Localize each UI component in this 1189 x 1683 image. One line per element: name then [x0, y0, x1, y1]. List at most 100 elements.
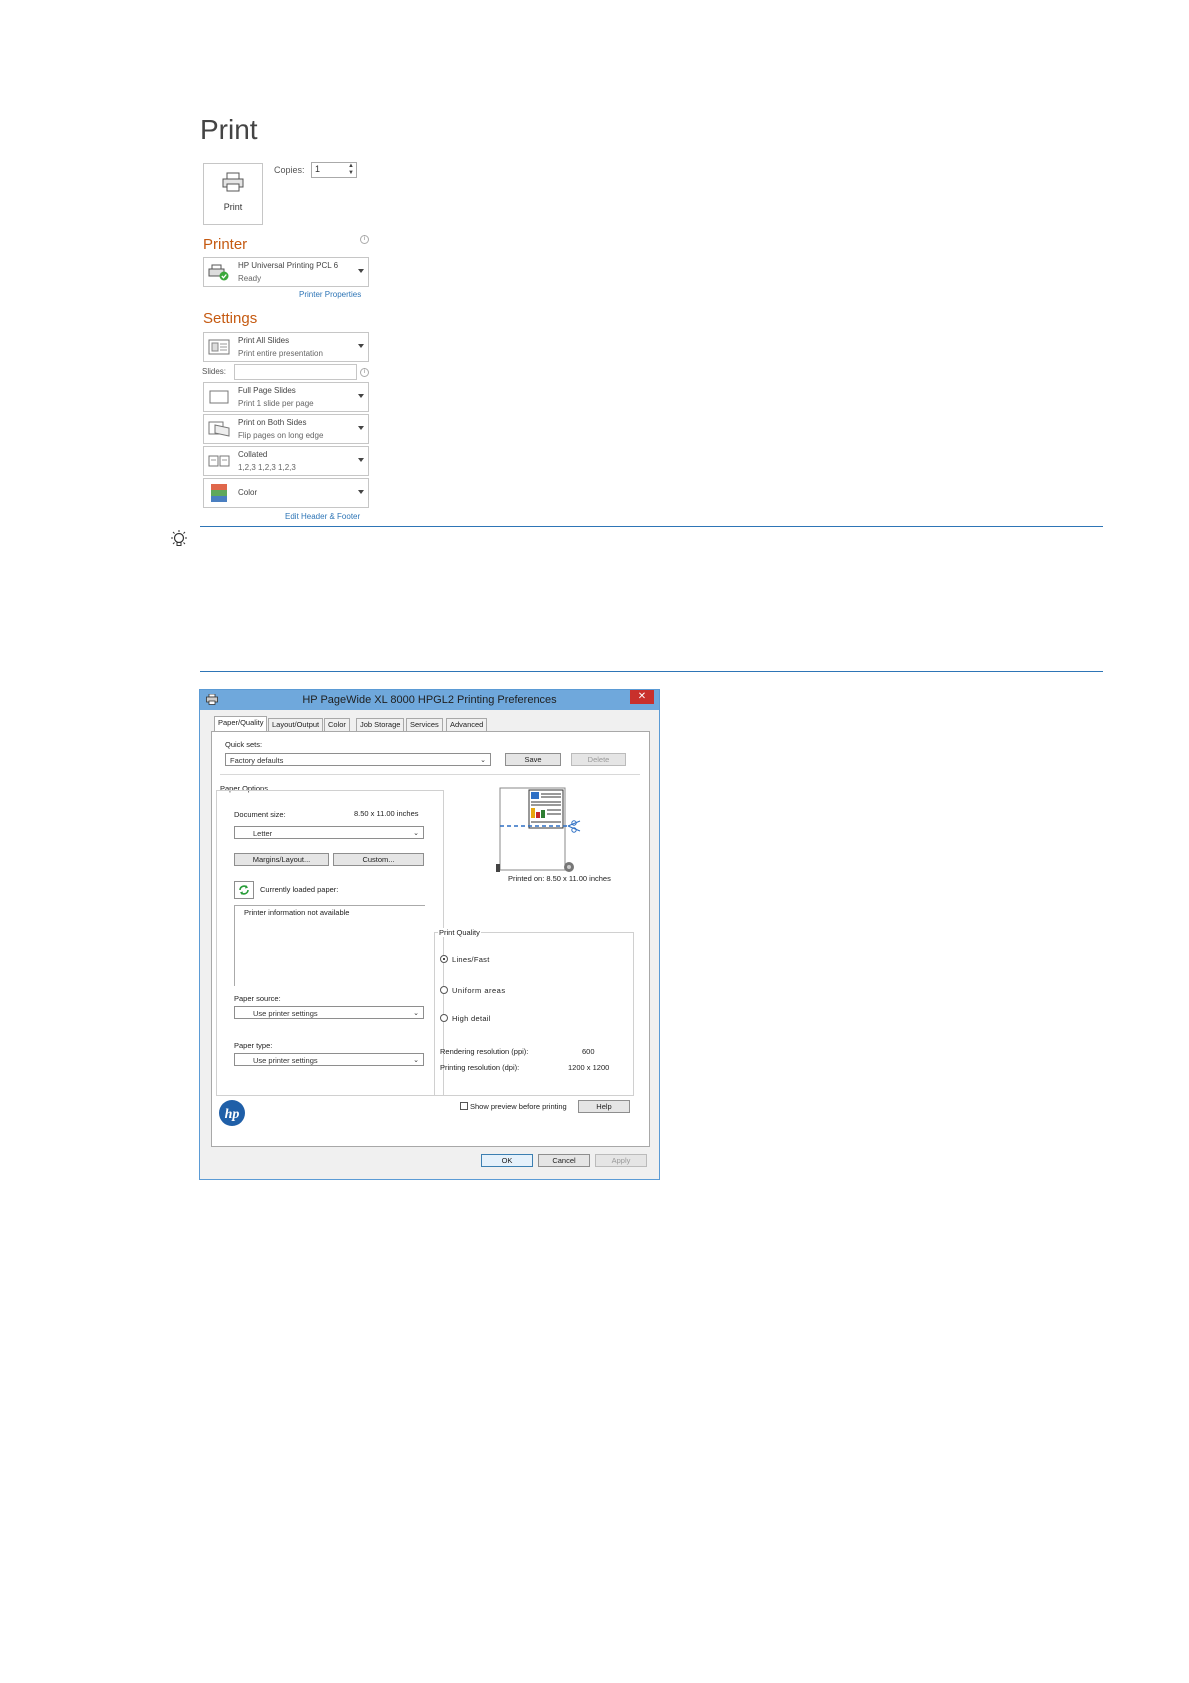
paper-type-label: Paper type:	[234, 1041, 273, 1050]
help-button[interactable]: Help	[578, 1100, 630, 1113]
print-range-dropdown[interactable]: Print All Slides Print entire presentati…	[203, 332, 369, 362]
paper-size-select[interactable]: Letter ⌄	[234, 826, 424, 839]
paper-source-value: Use printer settings	[253, 1009, 318, 1018]
setting-title: Collated	[238, 450, 268, 459]
copies-stepper[interactable]: 1 ▲ ▼	[311, 162, 357, 178]
hp-logo: hp	[219, 1100, 245, 1126]
dialog-titlebar[interactable]: HP PageWide XL 8000 HPGL2 Printing Prefe…	[200, 690, 659, 710]
chevron-down-icon	[358, 344, 364, 348]
spin-arrows-icon[interactable]: ▲ ▼	[348, 163, 354, 177]
setting-subtitle: Flip pages on long edge	[238, 431, 324, 440]
refresh-button[interactable]	[234, 881, 254, 899]
printing-resolution-label: Printing resolution (dpi):	[440, 1063, 520, 1072]
color-swatch-icon	[211, 484, 227, 502]
currently-loaded-label: Currently loaded paper:	[260, 885, 339, 894]
chevron-down-icon: ⌄	[480, 757, 486, 764]
tab-color[interactable]: Color	[324, 718, 350, 731]
rendering-resolution-label: Rendering resolution (ppi):	[440, 1047, 529, 1056]
printer-dropdown[interactable]: HP Universal Printing PCL 6 Ready	[203, 257, 369, 287]
chevron-down-icon	[358, 490, 364, 494]
print-button[interactable]: Print	[203, 163, 263, 225]
setting-title: Print All Slides	[238, 336, 290, 345]
rendering-resolution-value: 600	[582, 1047, 595, 1056]
margins-layout-button[interactable]: Margins/Layout...	[234, 853, 329, 866]
quick-sets-value: Factory defaults	[230, 756, 284, 765]
printer-info-box: Printer information not available	[234, 905, 425, 986]
chevron-down-icon	[358, 394, 364, 398]
collated-icon	[208, 455, 230, 467]
tab-job-storage[interactable]: Job Storage	[356, 718, 405, 731]
paper-preview-image	[496, 787, 581, 872]
show-preview-label[interactable]: Show preview before printing	[470, 1102, 567, 1111]
delete-button[interactable]: Delete	[571, 753, 626, 766]
save-button[interactable]: Save	[505, 753, 561, 766]
slides-label: Slides:	[202, 367, 227, 376]
chevron-down-icon	[358, 426, 364, 430]
printer-status: Ready	[238, 274, 262, 283]
printed-on-label: Printed on: 8.50 x 11.00 inches	[508, 874, 611, 883]
all-slides-icon	[208, 339, 230, 355]
setting-title: Color	[238, 488, 258, 497]
copies-label: Copies:	[274, 165, 305, 175]
tab-advanced[interactable]: Advanced	[446, 718, 488, 731]
full-page-slide-icon	[209, 390, 229, 404]
color-dropdown[interactable]: Color	[203, 478, 369, 508]
printer-info-text: Printer information not available	[244, 908, 350, 917]
custom-size-button[interactable]: Custom...	[333, 853, 424, 866]
ok-button[interactable]: OK	[481, 1154, 533, 1167]
slides-input[interactable]	[234, 364, 357, 380]
printer-icon	[222, 172, 244, 192]
tab-layout-output[interactable]: Layout/Output	[268, 718, 324, 731]
both-sides-icon	[208, 421, 230, 437]
refresh-icon	[239, 885, 249, 895]
lines-fast-label[interactable]: Lines/Fast	[452, 955, 490, 964]
setting-title: Full Page Slides	[238, 386, 296, 395]
collation-dropdown[interactable]: Collated 1,2,3 1,2,3 1,2,3	[203, 446, 369, 476]
printing-preferences-dialog: HP PageWide XL 8000 HPGL2 Printing Prefe…	[199, 689, 660, 1180]
printer-name: HP Universal Printing PCL 6	[238, 261, 339, 270]
high-detail-radio[interactable]	[440, 1014, 448, 1022]
paper-source-label: Paper source:	[234, 994, 281, 1003]
printing-resolution-value: 1200 x 1200	[568, 1063, 610, 1072]
tip-bottom-rule	[200, 671, 1103, 672]
printer-heading: Printer	[203, 236, 248, 253]
tip-top-rule	[200, 526, 1103, 527]
edit-header-footer-link[interactable]: Edit Header & Footer	[285, 512, 360, 521]
paper-quality-panel: Quick sets: Factory defaults ⌄ Save Dele…	[211, 731, 650, 1147]
setting-subtitle: Print entire presentation	[238, 349, 323, 358]
chevron-down-icon: ⌄	[413, 1010, 419, 1017]
cancel-button[interactable]: Cancel	[538, 1154, 590, 1167]
info-icon[interactable]: i	[360, 235, 369, 244]
separator	[220, 774, 640, 775]
chevron-down-icon: ⌄	[413, 1057, 419, 1064]
close-button[interactable]: ✕	[630, 690, 654, 704]
print-quality-label: Print Quality	[438, 928, 481, 937]
dialog-title: HP PageWide XL 8000 HPGL2 Printing Prefe…	[302, 694, 557, 706]
setting-title: Print on Both Sides	[238, 418, 307, 427]
print-button-label: Print	[223, 202, 243, 212]
document-size-label: Document size:	[234, 810, 286, 819]
chevron-down-icon	[358, 458, 364, 462]
printer-ready-icon	[208, 264, 229, 281]
uniform-areas-label[interactable]: Uniform areas	[452, 986, 506, 995]
chevron-down-icon: ⌄	[413, 830, 419, 837]
lightbulb-icon	[171, 530, 187, 546]
quick-sets-select[interactable]: Factory defaults ⌄	[225, 753, 491, 766]
paper-size-value: Letter	[253, 829, 273, 838]
apply-button[interactable]: Apply	[595, 1154, 647, 1167]
tab-services[interactable]: Services	[406, 718, 443, 731]
print-page-title: Print	[200, 114, 258, 145]
paper-type-select[interactable]: Use printer settings ⌄	[234, 1053, 424, 1066]
duplex-dropdown[interactable]: Print on Both Sides Flip pages on long e…	[203, 414, 369, 444]
lines-fast-radio[interactable]	[440, 955, 448, 963]
setting-subtitle: 1,2,3 1,2,3 1,2,3	[238, 463, 296, 472]
uniform-areas-radio[interactable]	[440, 986, 448, 994]
high-detail-label[interactable]: High detail	[452, 1014, 491, 1023]
tab-paper-quality[interactable]: Paper/Quality	[214, 716, 268, 732]
layout-dropdown[interactable]: Full Page Slides Print 1 slide per page	[203, 382, 369, 412]
paper-source-select[interactable]: Use printer settings ⌄	[234, 1006, 424, 1019]
show-preview-checkbox[interactable]	[460, 1102, 468, 1110]
printer-properties-link[interactable]: Printer Properties	[299, 290, 361, 299]
info-icon[interactable]: i	[360, 368, 369, 377]
copies-value: 1	[315, 164, 321, 174]
